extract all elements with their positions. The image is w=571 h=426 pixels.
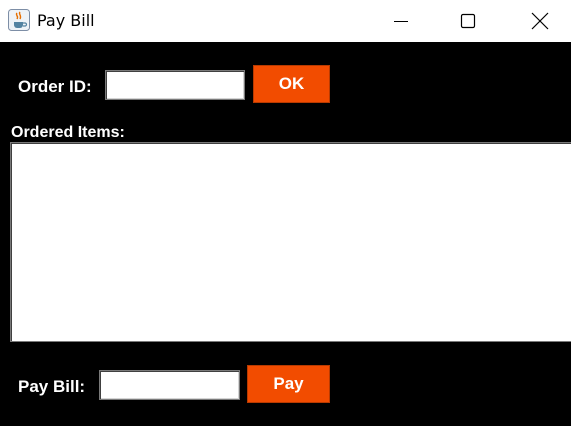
ordered-items-textarea[interactable] (10, 142, 571, 342)
order-id-label: Order ID: (18, 77, 92, 96)
minimize-button[interactable] (373, 0, 429, 42)
pay-bill-field[interactable] (99, 370, 240, 400)
pay-bill-label: Pay Bill: (18, 377, 86, 396)
maximize-icon (460, 13, 476, 29)
maximize-button[interactable] (440, 0, 496, 42)
window-title: Pay Bill (37, 11, 95, 30)
minimize-icon (394, 21, 408, 22)
ordered-items-label: Ordered Items: (11, 124, 125, 141)
ok-button[interactable]: OK (253, 65, 330, 103)
pay-bill-window: Pay Bill Order ID: OK Ordered Items: Pay… (0, 0, 571, 426)
close-button[interactable] (512, 0, 568, 42)
java-cup-icon (8, 9, 30, 31)
close-icon (531, 12, 549, 30)
pay-button[interactable]: Pay (247, 365, 330, 403)
title-bar[interactable]: Pay Bill (0, 0, 571, 42)
order-id-field[interactable] (105, 70, 245, 100)
